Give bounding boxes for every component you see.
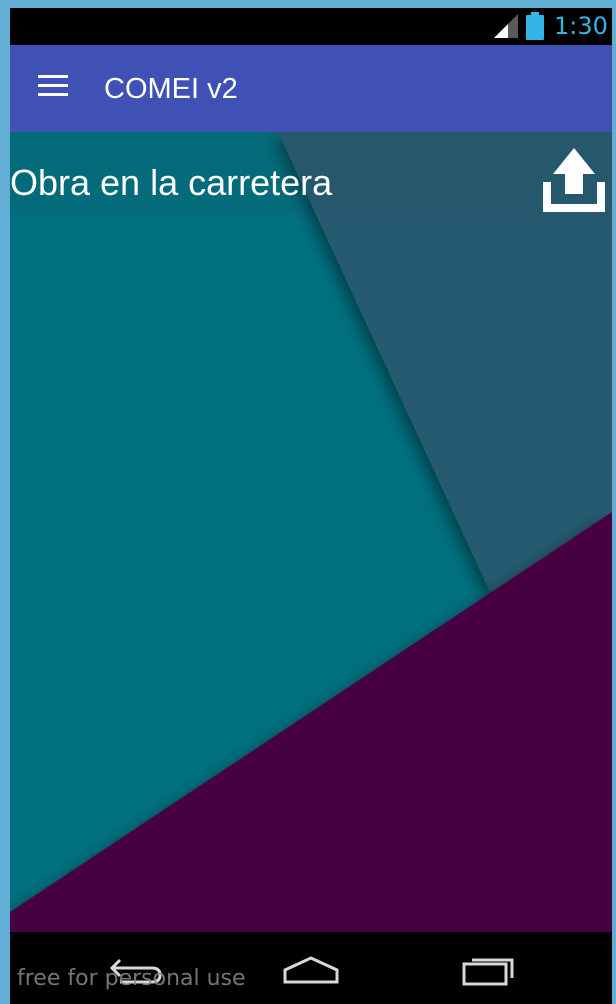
home-icon[interactable] (281, 950, 341, 990)
material-background (10, 132, 612, 932)
recent-apps-icon[interactable] (458, 950, 518, 990)
upload-icon[interactable] (543, 148, 605, 214)
device-frame: 1:30 COMEI v2 Obra en la carretera free … (0, 0, 616, 1004)
battery-icon (526, 12, 544, 40)
watermark-text: free for personal use (17, 966, 246, 991)
phone-screen: 1:30 COMEI v2 Obra en la carretera (10, 8, 612, 1004)
content-area: Obra en la carretera (10, 132, 612, 932)
section-title: Obra en la carretera (10, 162, 333, 203)
signal-icon (494, 14, 518, 38)
app-bar: COMEI v2 (10, 45, 612, 132)
status-time: 1:30 (554, 12, 608, 40)
app-title: COMEI v2 (104, 73, 238, 105)
hamburger-menu-icon[interactable] (38, 75, 70, 99)
status-bar: 1:30 (10, 8, 612, 45)
